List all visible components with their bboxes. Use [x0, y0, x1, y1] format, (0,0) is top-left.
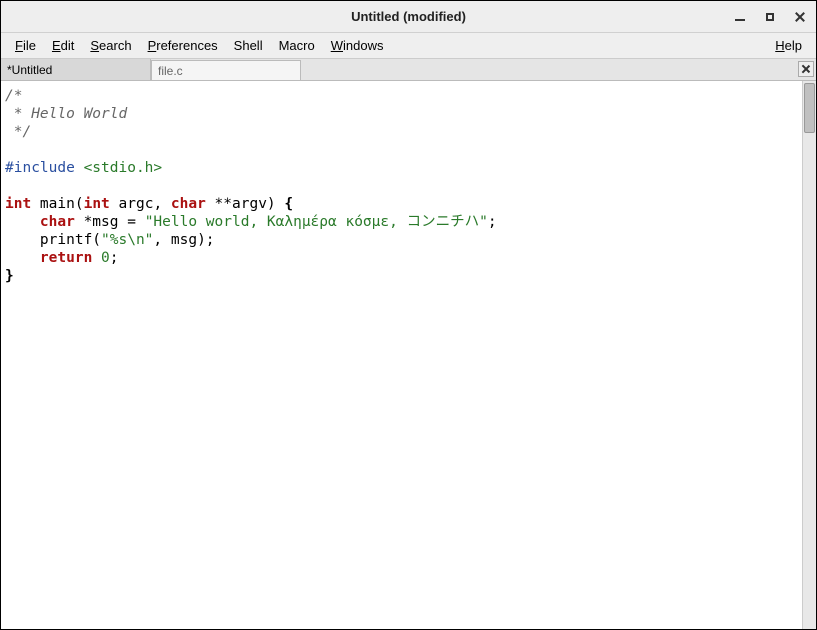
code-token: return: [40, 250, 92, 266]
close-icon: [801, 64, 811, 74]
code-token: int: [84, 196, 110, 212]
code-token: **argv): [206, 196, 285, 212]
minimize-icon: [735, 19, 745, 21]
menu-file[interactable]: File: [7, 35, 44, 56]
menu-preferences[interactable]: Preferences: [140, 35, 226, 56]
tab-close-button[interactable]: [798, 61, 814, 77]
code-token: [92, 250, 101, 266]
code-token: , msg);: [153, 232, 214, 248]
close-window-button[interactable]: [792, 9, 808, 25]
code-token: <stdio.h>: [75, 160, 162, 176]
code-token: "%s\n": [101, 232, 153, 248]
vertical-scrollbar[interactable]: [802, 81, 816, 629]
code-line: */: [5, 124, 31, 140]
code-token: main(: [31, 196, 83, 212]
tabbar: *Untitled file.c: [1, 59, 816, 81]
code-line: }: [5, 268, 14, 284]
code-editor[interactable]: /* * Hello World */ #include <stdio.h> i…: [1, 81, 802, 629]
maximize-button[interactable]: [762, 9, 778, 25]
code-token: int: [5, 196, 31, 212]
menu-help[interactable]: Help: [767, 35, 810, 56]
code-line: * Hello World: [5, 106, 127, 122]
code-token: [5, 214, 40, 230]
code-token: char: [171, 196, 206, 212]
menu-edit[interactable]: Edit: [44, 35, 82, 56]
scrollbar-thumb[interactable]: [804, 83, 815, 133]
code-token: ;: [110, 250, 119, 266]
close-icon: [794, 11, 806, 23]
tab-file-c[interactable]: file.c: [151, 60, 301, 80]
tab-untitled[interactable]: *Untitled: [1, 59, 151, 80]
code-token: argc,: [110, 196, 171, 212]
titlebar: Untitled (modified): [1, 1, 816, 33]
code-token: 0: [101, 250, 110, 266]
code-token: ;: [488, 214, 497, 230]
menubar: File Edit Search Preferences Shell Macro…: [1, 33, 816, 59]
code-token: #include: [5, 160, 75, 176]
code-token: "Hello world, Καλημέρα κόσμε, コンニチハ": [145, 214, 488, 230]
code-token: printf(: [5, 232, 101, 248]
code-token: *msg =: [75, 214, 145, 230]
maximize-icon: [766, 13, 774, 21]
code-line: /*: [5, 88, 22, 104]
code-token: [5, 250, 40, 266]
code-token: {: [284, 196, 293, 212]
menu-shell[interactable]: Shell: [226, 35, 271, 56]
menu-windows[interactable]: Windows: [323, 35, 392, 56]
window-controls: [732, 9, 808, 25]
menu-search[interactable]: Search: [82, 35, 139, 56]
window-title: Untitled (modified): [351, 9, 466, 24]
menu-macro[interactable]: Macro: [271, 35, 323, 56]
code-token: char: [40, 214, 75, 230]
minimize-button[interactable]: [732, 9, 748, 25]
editor-area: /* * Hello World */ #include <stdio.h> i…: [1, 81, 816, 629]
